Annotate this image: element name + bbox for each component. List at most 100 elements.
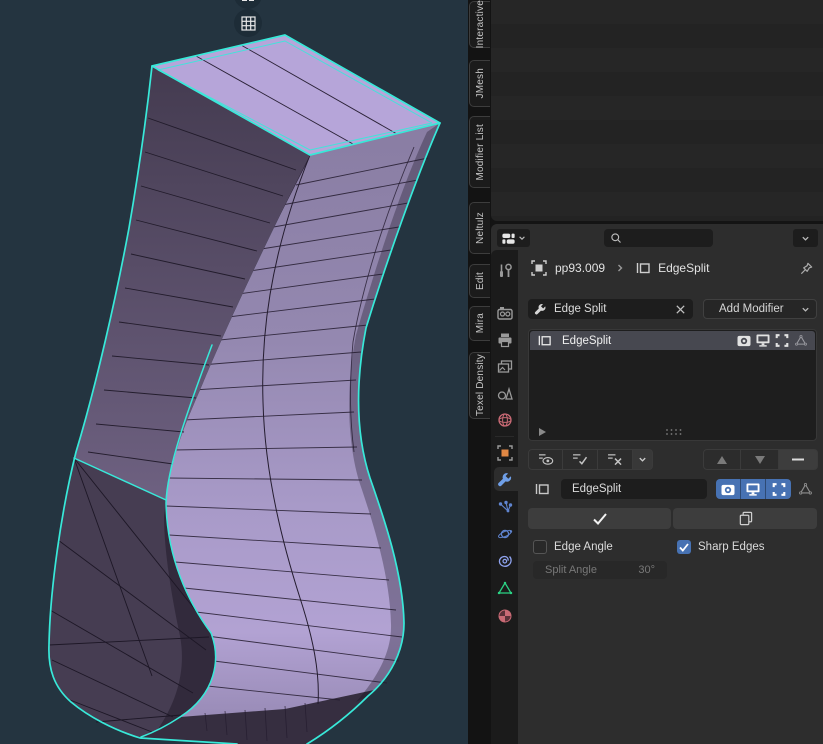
apply-modifier-button[interactable] bbox=[528, 508, 671, 529]
clear-search-icon[interactable] bbox=[675, 304, 686, 315]
viewport-grid-button[interactable] bbox=[234, 9, 262, 37]
toggle-realtime-button[interactable] bbox=[741, 479, 766, 499]
mesh-object[interactable] bbox=[0, 0, 468, 744]
sidebar-tab-modifier-list[interactable]: Modifier List bbox=[469, 116, 490, 188]
stack-extras-button[interactable] bbox=[633, 449, 653, 470]
down-triangle-icon bbox=[755, 456, 765, 464]
constraints-icon bbox=[497, 553, 513, 569]
remove-all-button[interactable] bbox=[598, 449, 633, 470]
stack-toolbar-left bbox=[528, 449, 653, 470]
sidebar-tab-interactive[interactable]: Interactive bbox=[469, 1, 490, 48]
properties-tab-rail bbox=[491, 250, 518, 744]
tab-object-data[interactable] bbox=[496, 579, 513, 596]
modifier-icon bbox=[537, 333, 552, 348]
editmode-cage-icon bbox=[772, 483, 786, 496]
chevron-down-icon bbox=[518, 234, 526, 242]
object-icon bbox=[531, 260, 547, 276]
toggle-all-visibility-button[interactable] bbox=[528, 449, 563, 470]
modifier-stack-list[interactable]: EdgeSplit bbox=[528, 329, 817, 441]
stack-toolbar-right bbox=[703, 449, 818, 470]
add-modifier-button[interactable]: Add Modifier bbox=[703, 299, 817, 319]
viewport-3d[interactable] bbox=[0, 0, 468, 744]
breadcrumb: pp93.009 EdgeSplit bbox=[531, 259, 709, 277]
chevron-right-icon bbox=[615, 263, 625, 273]
editmode-cage-icon[interactable] bbox=[775, 334, 789, 347]
chevron-down-icon bbox=[801, 234, 810, 243]
breadcrumb-object[interactable]: pp93.009 bbox=[555, 261, 605, 275]
tab-view-layer[interactable] bbox=[496, 358, 513, 375]
edge-angle-checkbox[interactable] bbox=[533, 540, 547, 554]
scene-icon bbox=[497, 385, 513, 401]
edge-angle-label: Edge Angle bbox=[554, 541, 613, 553]
toggle-oncage-button[interactable] bbox=[794, 479, 816, 499]
world-icon bbox=[497, 412, 513, 428]
realtime-monitor-icon[interactable] bbox=[756, 334, 770, 347]
printer-icon bbox=[497, 332, 513, 348]
remove-modifier-button[interactable] bbox=[779, 449, 818, 470]
outliner-panel[interactable] bbox=[491, 0, 823, 221]
breadcrumb-modifier[interactable]: EdgeSplit bbox=[658, 261, 709, 275]
sidebar-tab-neltulz[interactable]: Neltulz bbox=[469, 202, 490, 254]
tab-constraints[interactable] bbox=[496, 552, 513, 569]
toggle-editmode-button[interactable] bbox=[766, 479, 791, 499]
properties-editor-icon bbox=[501, 231, 516, 245]
list-check-icon bbox=[572, 453, 588, 466]
tab-physics[interactable] bbox=[496, 525, 513, 542]
search-input[interactable] bbox=[626, 231, 696, 245]
apply-all-button[interactable] bbox=[563, 449, 598, 470]
duplicate-modifier-button[interactable] bbox=[673, 508, 817, 529]
tab-label: Interactive bbox=[475, 0, 486, 48]
expand-triangle-icon[interactable] bbox=[539, 428, 547, 436]
particles-icon bbox=[497, 500, 513, 516]
sharp-edges-checkbox[interactable] bbox=[677, 540, 691, 554]
tab-output[interactable] bbox=[496, 331, 513, 348]
modifier-name-input[interactable] bbox=[570, 482, 707, 496]
sidebar-tab-edit[interactable]: Edit bbox=[469, 264, 490, 298]
tab-material[interactable] bbox=[496, 607, 513, 624]
tab-object[interactable] bbox=[496, 444, 513, 461]
resize-grip-icon[interactable] bbox=[665, 428, 683, 436]
checkmark-icon bbox=[592, 512, 608, 526]
search-icon bbox=[610, 232, 622, 244]
partial-icon bbox=[241, 0, 255, 2]
render-camera-icon bbox=[497, 305, 513, 321]
header-search[interactable] bbox=[604, 229, 713, 247]
grid-icon bbox=[241, 16, 256, 31]
modifier-icon bbox=[534, 481, 550, 497]
wrench-icon bbox=[534, 303, 547, 316]
material-icon bbox=[497, 608, 513, 624]
toggle-render-button[interactable] bbox=[716, 479, 741, 499]
modifier-stack-row[interactable]: EdgeSplit bbox=[530, 331, 815, 350]
header-options-button[interactable] bbox=[793, 229, 818, 247]
eye-lines-icon bbox=[538, 453, 554, 466]
editor-type-button[interactable] bbox=[497, 229, 530, 247]
modifier-row-name: EdgeSplit bbox=[562, 335, 611, 347]
tab-render[interactable] bbox=[496, 304, 513, 321]
tab-modifiers[interactable] bbox=[496, 471, 513, 488]
modifier-name-field[interactable] bbox=[561, 479, 707, 499]
split-angle-slider[interactable]: Split Angle 30° bbox=[533, 561, 667, 579]
copy-icon bbox=[738, 511, 753, 526]
tab-scene[interactable] bbox=[496, 384, 513, 401]
pin-icon[interactable] bbox=[799, 261, 814, 276]
render-camera-icon[interactable] bbox=[737, 334, 751, 347]
modifier-search-field[interactable] bbox=[528, 299, 693, 319]
move-modifier-down-button[interactable] bbox=[741, 449, 779, 470]
oncage-triangle-icon[interactable] bbox=[794, 334, 808, 347]
wrench-icon bbox=[497, 472, 513, 488]
move-modifier-up-button[interactable] bbox=[703, 449, 741, 470]
sidebar-tab-jmesh[interactable]: JMesh bbox=[469, 60, 490, 107]
properties-editor: pp93.009 EdgeSplit Ad bbox=[491, 224, 823, 744]
tab-world[interactable] bbox=[496, 411, 513, 428]
sidebar-tabstrip: Interactive JMesh Modifier List Neltulz … bbox=[468, 0, 491, 744]
sidebar-tab-mira[interactable]: Mira bbox=[469, 306, 490, 341]
modifier-search-input[interactable] bbox=[552, 302, 662, 316]
split-angle-label: Split Angle bbox=[545, 564, 597, 576]
chevron-down-icon bbox=[801, 305, 810, 314]
sidebar-tab-texel-density[interactable]: Texel Density bbox=[469, 352, 490, 419]
tab-tool[interactable] bbox=[496, 262, 513, 279]
tab-particles[interactable] bbox=[496, 499, 513, 516]
tool-icon bbox=[497, 263, 513, 279]
tab-label: Neltulz bbox=[475, 212, 486, 244]
tab-label: JMesh bbox=[475, 68, 486, 98]
